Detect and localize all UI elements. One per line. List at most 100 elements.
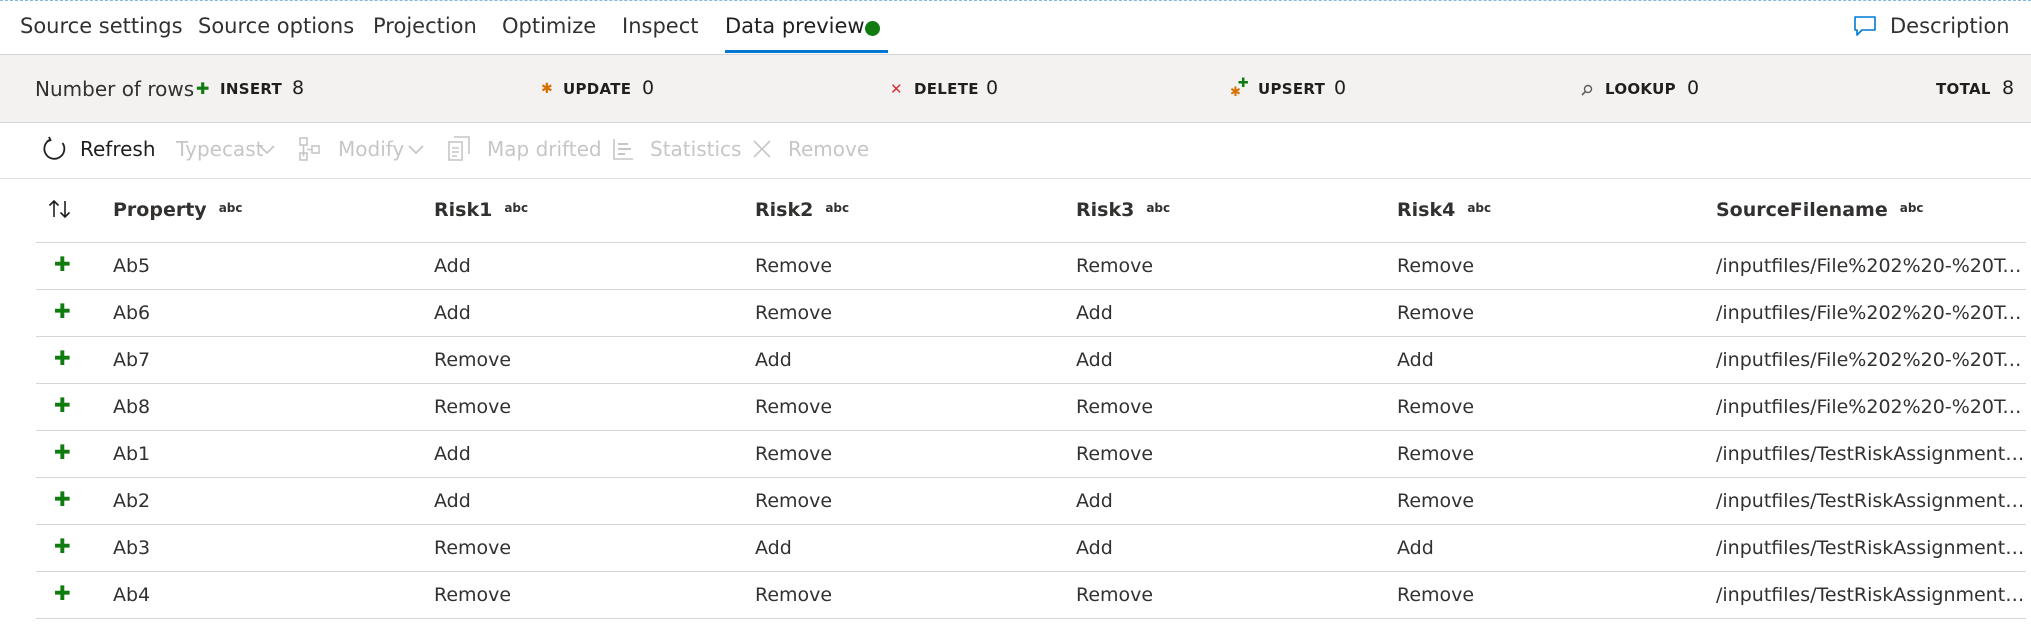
cell-sourcefilename: /inputfiles/TestRiskAssignment.csv (1716, 490, 2026, 512)
insert-row-icon: ✚ (54, 299, 71, 323)
sort-icon[interactable] (48, 199, 72, 219)
table-row[interactable]: ✚ Ab4 Remove Remove Remove Remove/inputfiles/… (36, 572, 2026, 619)
plus-icon: ✚ (196, 79, 210, 98)
data-preview-table: Property abc Risk1 abc Risk2 abc Risk3 abc R… (36, 179, 2026, 619)
cell-risk4: Remove (1397, 396, 1475, 418)
cell-risk1: Add (434, 490, 471, 512)
column-header-sourcefilename[interactable]: SourceFilename abc (1716, 199, 1924, 221)
cell-property: Ab5 (113, 255, 151, 277)
status-dot (865, 21, 880, 36)
cell-risk3: Add (1076, 302, 1113, 324)
cell-risk2: Remove (755, 584, 833, 606)
search-icon (1581, 84, 1593, 96)
table-row[interactable]: ✚ Ab3 Remove Add Add Add/inputfiles/TestRiskA… (36, 525, 2026, 572)
cell-risk4: Remove (1397, 302, 1475, 324)
cell-property: Ab1 (113, 443, 151, 465)
cell-property: Ab2 (113, 490, 151, 512)
statistics-icon (613, 139, 633, 160)
cell-risk3: Remove (1076, 584, 1154, 606)
refresh-icon[interactable] (42, 136, 68, 162)
cell-property: Ab6 (113, 302, 151, 324)
row-counts-label: Number of rows (35, 77, 195, 101)
cell-risk1: Remove (434, 349, 512, 371)
cell-risk2: Remove (755, 302, 833, 324)
table-row[interactable]: ✚ Ab7 Remove Add Add Add/inputfiles/File%202%… (36, 337, 2026, 384)
tab-source-settings[interactable]: Source settings (20, 14, 183, 38)
cell-risk4: Remove (1397, 255, 1475, 277)
cell-risk2: Remove (755, 255, 833, 277)
type-badge: abc (1899, 201, 1924, 215)
chevron-down-icon (259, 145, 275, 155)
cell-sourcefilename: /inputfiles/File%202%20-%20Tes... (1716, 302, 2026, 324)
cell-risk1: Add (434, 302, 471, 324)
insert-row-icon: ✚ (54, 487, 71, 511)
upsert-icon: ✱✚ (1230, 76, 1249, 100)
cell-sourcefilename: /inputfiles/File%202%20-%20Tes... (1716, 396, 2026, 418)
toolbar: Refresh Typecast Modify Map drifted Stat… (0, 123, 2031, 179)
cell-risk2: Remove (755, 490, 833, 512)
column-header-risk1[interactable]: Risk1 abc (434, 199, 528, 221)
insert-row-icon: ✚ (54, 440, 71, 464)
table-row[interactable]: ✚ Ab6 Add Remove Add Remove/inputfiles/File%2… (36, 290, 2026, 337)
typecast-button[interactable]: Typecast (176, 137, 263, 161)
cell-risk2: Add (755, 349, 792, 371)
table-row[interactable]: ✚ Ab2 Add Remove Add Remove/inputfiles/TestRi… (36, 478, 2026, 525)
column-header-risk2[interactable]: Risk2 abc (755, 199, 849, 221)
tab-data-preview[interactable]: Data preview (725, 14, 865, 38)
table-body: ✚ Ab5 Add Remove Remove Remove/inputfiles/Fil… (36, 243, 2026, 619)
type-badge: abc (1467, 201, 1492, 215)
column-header-risk4[interactable]: Risk4 abc (1397, 199, 1491, 221)
insert-row-icon: ✚ (54, 252, 71, 276)
table-row[interactable]: ✚ Ab8 Remove Remove Remove Remove/inputfiles/… (36, 384, 2026, 431)
cell-risk4: Add (1397, 349, 1434, 371)
cell-risk3: Remove (1076, 443, 1154, 465)
chevron-down-icon (408, 145, 424, 155)
description-button[interactable]: Description (1890, 14, 2010, 38)
cell-risk1: Remove (434, 584, 512, 606)
remove-button[interactable]: Remove (788, 137, 869, 161)
cell-risk1: Add (434, 443, 471, 465)
column-header-property[interactable]: Property abc (113, 199, 243, 221)
asterisk-icon: ✱ (541, 81, 553, 97)
insert-row-icon: ✚ (54, 346, 71, 370)
insert-row-icon: ✚ (54, 534, 71, 558)
cell-property: Ab8 (113, 396, 151, 418)
close-icon (753, 140, 771, 158)
cell-property: Ab7 (113, 349, 151, 371)
cell-sourcefilename: /inputfiles/TestRiskAssignment.csv (1716, 584, 2026, 606)
cell-risk4: Remove (1397, 584, 1475, 606)
insert-row-icon: ✚ (54, 581, 71, 605)
cell-risk4: Add (1397, 537, 1434, 559)
type-badge: abc (1146, 201, 1171, 215)
cell-risk1: Remove (434, 537, 512, 559)
statistics-button[interactable]: Statistics (650, 137, 741, 161)
table-row[interactable]: ✚ Ab5 Add Remove Remove Remove/inputfiles/Fil… (36, 243, 2026, 290)
tab-source-options[interactable]: Source options (198, 14, 354, 38)
cell-risk2: Remove (755, 396, 833, 418)
tab-optimize[interactable]: Optimize (502, 14, 596, 38)
comment-icon[interactable] (1853, 15, 1877, 37)
cell-sourcefilename: /inputfiles/TestRiskAssignment.csv (1716, 537, 2026, 559)
table-row[interactable]: ✚ Ab1 Add Remove Remove Remove/inputfiles/Tes… (36, 431, 2026, 478)
map-drifted-icon (448, 136, 470, 161)
tab-inspect[interactable]: Inspect (622, 14, 698, 38)
cell-risk3: Add (1076, 349, 1113, 371)
cell-risk1: Add (434, 255, 471, 277)
active-tab-indicator (725, 50, 888, 53)
cell-risk3: Remove (1076, 396, 1154, 418)
cell-sourcefilename: /inputfiles/File%202%20-%20Tes... (1716, 255, 2026, 277)
cell-risk2: Add (755, 537, 792, 559)
table-header: Property abc Risk1 abc Risk2 abc Risk3 abc R… (36, 179, 2026, 243)
cell-risk1: Remove (434, 396, 512, 418)
cell-risk3: Remove (1076, 255, 1154, 277)
tab-projection[interactable]: Projection (373, 14, 477, 38)
type-badge: abc (825, 201, 850, 215)
refresh-button[interactable]: Refresh (80, 137, 156, 161)
cell-property: Ab3 (113, 537, 151, 559)
column-header-risk3[interactable]: Risk3 abc (1076, 199, 1170, 221)
cell-sourcefilename: /inputfiles/TestRiskAssignment.csv (1716, 443, 2026, 465)
cell-risk4: Remove (1397, 490, 1475, 512)
map-drifted-button[interactable]: Map drifted (487, 137, 602, 161)
cell-property: Ab4 (113, 584, 151, 606)
modify-button[interactable]: Modify (338, 137, 404, 161)
